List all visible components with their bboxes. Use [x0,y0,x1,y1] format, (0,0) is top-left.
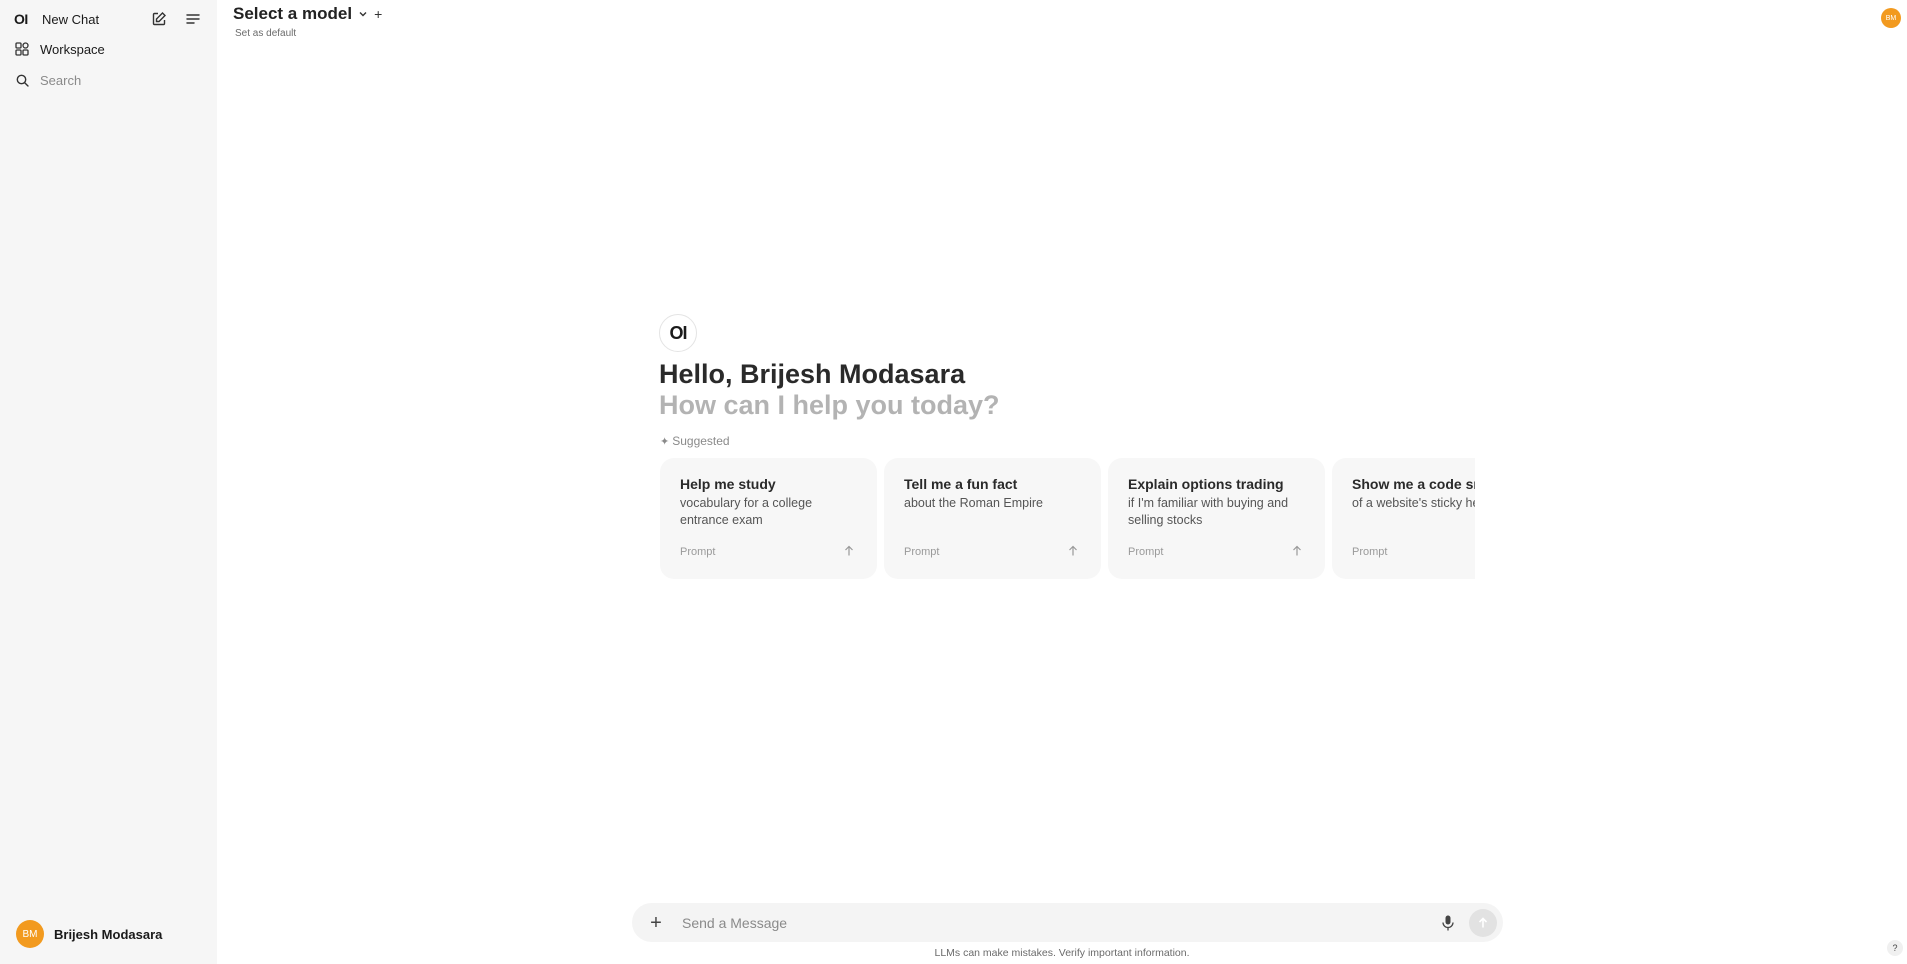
suggestion-footer: Prompt [1128,546,1164,558]
suggestion-card[interactable]: Tell me a fun fact about the Roman Empir… [884,458,1101,579]
suggestion-subtitle: of a website's sticky header [1352,496,1475,510]
suggestion-footer: Prompt [1352,546,1388,558]
suggestion-title: Tell me a fun fact [904,476,1018,492]
search-input[interactable]: Search [40,73,81,88]
suggestion-card[interactable]: Show me a code snippet of a website's st… [1332,458,1475,579]
new-chat-link[interactable]: New Chat [42,12,148,27]
message-composer: + Send a Message [632,903,1503,942]
greeting: Hello, Brijesh Modasara [659,359,966,389]
model-logo: OI [659,314,697,352]
arrow-up-icon [1069,545,1077,556]
model-title[interactable]: Select a model [233,4,352,24]
new-chat-icon[interactable] [148,8,170,30]
suggestion-list: Help me study vocabulary for a college e… [660,458,1475,579]
suggestion-subtitle: vocabulary for a college entrance exam [680,496,813,527]
set-default-link[interactable]: Set as default [235,28,296,39]
header-avatar[interactable]: BM [1881,8,1901,28]
suggestion-title: Show me a code snippet [1352,476,1475,492]
suggested-label: ✦ Suggested [660,434,730,448]
sidebar-header: OI New Chat [14,8,204,30]
suggestion-subtitle: about the Roman Empire [904,496,1043,510]
suggestion-card[interactable]: Explain options trading if I'm familiar … [1108,458,1325,579]
arrow-up-icon [845,545,853,556]
subgreeting: How can I help you today? [659,390,1000,420]
microphone-icon[interactable] [1437,912,1459,934]
sidebar-item-workspace[interactable]: Workspace [14,38,105,60]
suggestion-subtitle: if I'm familiar with buying and selling … [1128,496,1289,527]
help-button[interactable]: ? [1887,940,1903,956]
suggestion-title: Help me study [680,476,776,492]
sparkle-icon: ✦ [660,435,670,448]
user-name: Brijesh Modasara [54,926,163,942]
suggested-text: Suggested [672,434,730,448]
avatar: BM [16,920,44,948]
message-input[interactable]: Send a Message [682,915,1437,931]
suggestion-title: Explain options trading [1128,476,1284,492]
suggestion-card[interactable]: Help me study vocabulary for a college e… [660,458,877,579]
sidebar: OI New Chat Workspace Search BM Brijesh … [0,0,217,964]
workspace-icon [14,41,30,57]
app-logo[interactable]: OI [14,11,34,27]
add-model-icon[interactable]: + [374,6,382,22]
suggestion-footer: Prompt [680,546,716,558]
disclaimer-text: LLMs can make mistakes. Verify important… [934,947,1190,959]
user-menu[interactable]: BM Brijesh Modasara [16,920,162,948]
search-icon [14,72,30,88]
suggestion-footer: Prompt [904,546,940,558]
sidebar-search[interactable]: Search [14,69,81,91]
arrow-up-icon [1293,545,1301,556]
sidebar-menu-icon[interactable] [182,8,204,30]
chevron-down-icon[interactable] [358,9,368,19]
sidebar-item-label: Workspace [40,41,105,57]
add-attachment-button[interactable]: + [646,913,666,933]
send-button[interactable] [1469,908,1497,937]
model-selector[interactable]: Select a model + [233,4,382,24]
